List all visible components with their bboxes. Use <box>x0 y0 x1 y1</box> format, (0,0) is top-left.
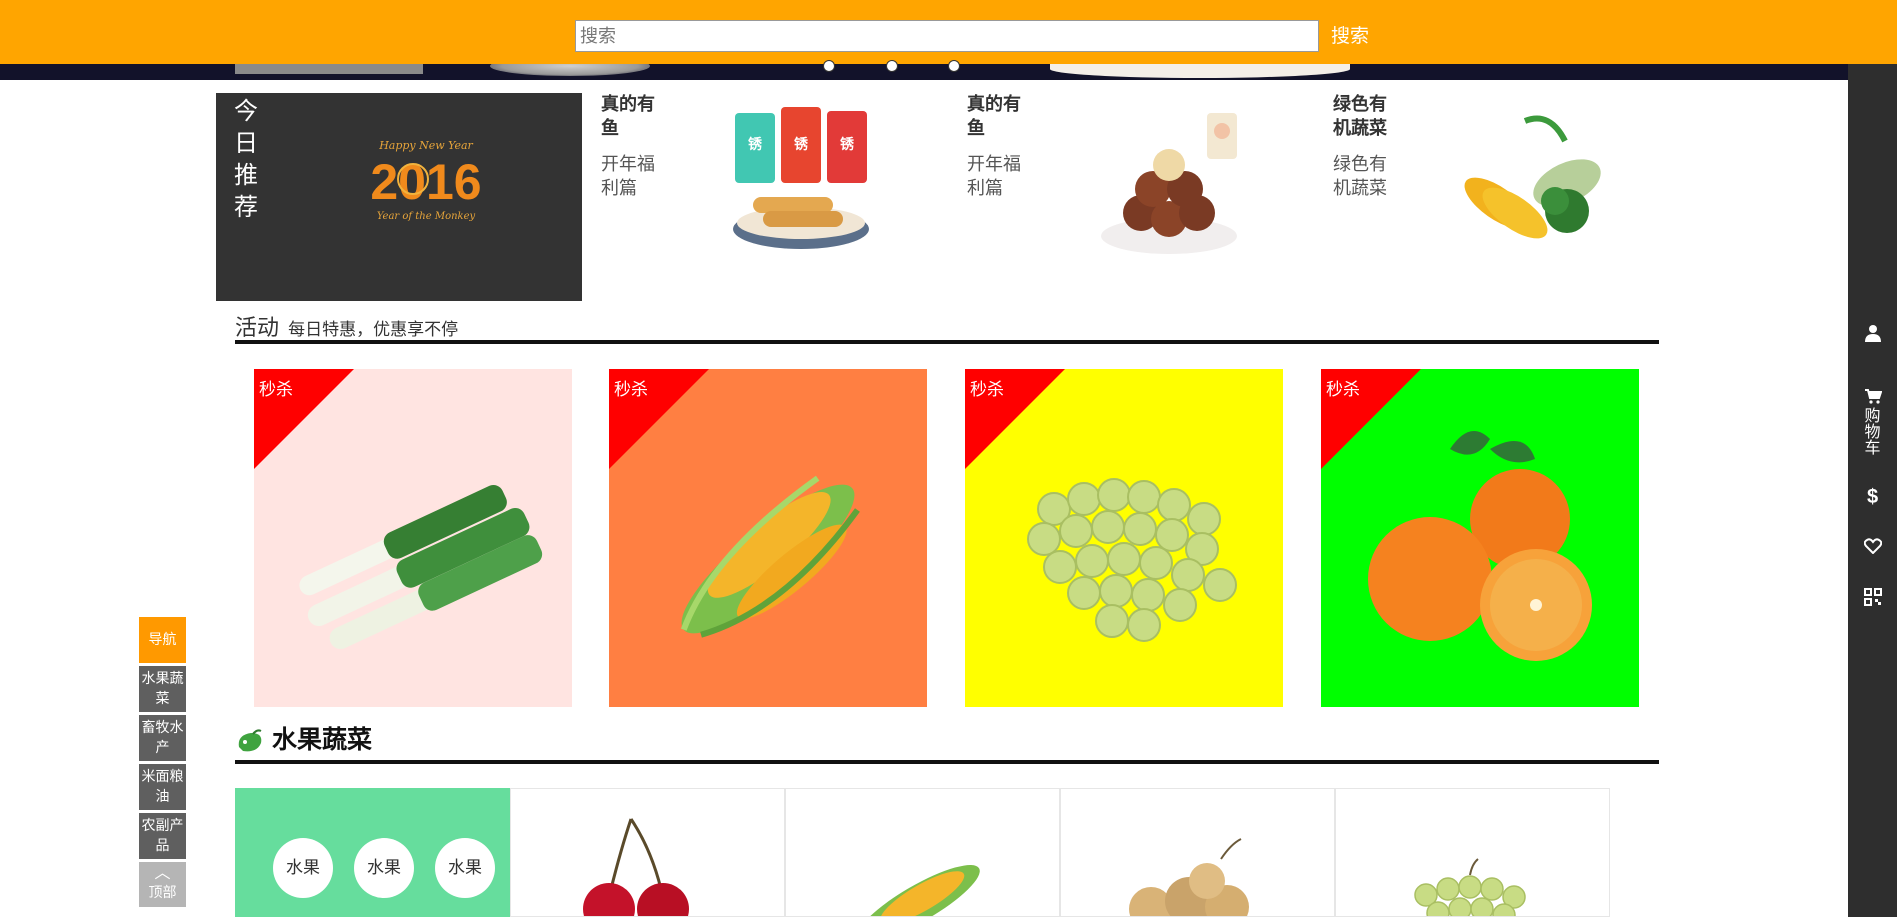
floating-nav-item[interactable]: 米面粮油 <box>139 764 186 810</box>
heart-icon <box>1863 538 1882 555</box>
recommend-subtitle: 开年福利篇 <box>601 154 655 199</box>
grapes-image <box>1414 858 1526 916</box>
activity-title: 活动 <box>235 316 280 341</box>
floating-nav-item[interactable]: 水果蔬菜 <box>139 666 186 712</box>
banner-image-fragment <box>1050 64 1350 78</box>
cherry-image <box>583 818 689 916</box>
activity-heading: 活动 每日特惠，优惠享不停 <box>235 310 1659 344</box>
asset-button[interactable]: $ <box>1848 486 1897 509</box>
svg-text:锈: 锈 <box>748 136 763 153</box>
dollar-icon: $ <box>1866 486 1879 508</box>
product-cell[interactable] <box>1335 788 1610 917</box>
user-button[interactable] <box>1848 324 1897 346</box>
search-button[interactable]: 搜索 <box>1331 20 1369 52</box>
carousel-dot[interactable] <box>948 60 960 72</box>
flash-sale-badge: 秒杀 <box>970 380 1004 400</box>
top-search-bar: 搜索 <box>0 0 1897 64</box>
leek-image <box>299 484 543 649</box>
recommend-title: 绿色有机蔬菜 <box>1333 94 1387 139</box>
macadamia-nuts-image <box>1101 113 1237 254</box>
category-tag-fruit[interactable]: 水果 <box>354 838 414 898</box>
favorites-button[interactable] <box>1848 538 1897 558</box>
back-to-top-button[interactable]: ︿ 顶部 <box>139 862 186 907</box>
fruit-veg-title: 水果蔬菜 <box>272 725 373 754</box>
fruit-veg-heading: 水果蔬菜 <box>235 718 1659 764</box>
cart-button[interactable]: 购物车 <box>1848 388 1897 456</box>
recommend-item[interactable]: 真的有鱼 开年福利篇 <box>949 93 1315 301</box>
today-recommend-panel[interactable]: 今日推荐 Happy New Year 2016 Year of the Mon… <box>216 93 582 301</box>
flash-sale-card[interactable]: 秒杀 <box>609 369 927 707</box>
svg-text:锈: 锈 <box>840 136 855 153</box>
recommend-subtitle: 绿色有机蔬菜 <box>1333 154 1387 199</box>
snack-sausage-image: 锈 锈 锈 <box>733 107 869 249</box>
carousel-dot[interactable] <box>823 60 835 72</box>
longan-image <box>1129 838 1249 916</box>
fruit-veg-category-panel: 水果 水果 水果 <box>235 788 511 917</box>
flash-sale-card[interactable]: 秒杀 <box>965 369 1283 707</box>
grapes-image <box>1027 478 1237 642</box>
oranges-image <box>1368 431 1592 661</box>
cart-icon <box>1864 389 1882 404</box>
recommend-item[interactable]: 真的有鱼 开年福利篇 锈 锈 锈 <box>583 93 949 301</box>
user-icon <box>1864 325 1881 342</box>
right-sidebar: 购物车 $ <box>1848 64 1897 917</box>
image-caption-bottom: Year of the Monkey <box>377 211 476 222</box>
back-to-top-label: 顶部 <box>148 885 177 901</box>
recommend-title: 真的有鱼 <box>601 94 655 139</box>
category-tag-fruit[interactable]: 水果 <box>435 838 495 898</box>
product-cell[interactable] <box>1060 788 1335 917</box>
recommend-title: 真的有鱼 <box>967 94 1021 139</box>
page: 搜索 今日推荐 Happy New Year 2016 Year of the … <box>0 0 1897 917</box>
floating-nav-item[interactable]: 畜牧水产 <box>139 715 186 761</box>
chevron-up-icon: ︿ <box>154 863 171 882</box>
floating-nav-item[interactable]: 农副产品 <box>139 813 186 859</box>
activity-description: 每日特惠，优惠享不停 <box>288 320 459 340</box>
image-year: 2016 <box>370 154 481 210</box>
flash-sale-badge: 秒杀 <box>259 380 293 400</box>
flash-sale-card[interactable]: 秒杀 <box>254 369 572 707</box>
cart-label: 购物车 <box>1864 406 1881 457</box>
flash-sale-card[interactable]: 秒杀 <box>1321 369 1639 707</box>
corn-image <box>857 865 980 916</box>
vegetables-image <box>1464 115 1601 239</box>
category-tag-fruit[interactable]: 水果 <box>273 838 333 898</box>
search-input[interactable] <box>575 20 1319 52</box>
carousel-dot[interactable] <box>886 60 898 72</box>
pepper-icon <box>238 729 262 752</box>
today-recommend-title: 今日推荐 <box>234 97 258 221</box>
banner-button[interactable] <box>235 64 423 74</box>
corn-image <box>680 475 860 638</box>
banner-carousel[interactable] <box>0 64 1848 80</box>
qrcode-button[interactable] <box>1848 588 1897 610</box>
qrcode-icon <box>1863 588 1882 606</box>
svg-text:锈: 锈 <box>794 136 809 153</box>
product-cell[interactable] <box>785 788 1060 917</box>
recommend-item[interactable]: 绿色有机蔬菜 绿色有机蔬菜 <box>1315 93 1681 301</box>
floating-nav-header[interactable]: 导航 <box>139 617 186 663</box>
image-caption-top: Happy New Year <box>378 139 473 152</box>
product-cell[interactable] <box>510 788 785 917</box>
new-year-2016-image: Happy New Year 2016 Year of the Monkey <box>370 139 481 222</box>
banner-image-fragment <box>490 64 650 76</box>
flash-sale-badge: 秒杀 <box>614 380 648 400</box>
flash-sale-badge: 秒杀 <box>1326 380 1360 400</box>
recommend-subtitle: 开年福利篇 <box>967 154 1021 199</box>
